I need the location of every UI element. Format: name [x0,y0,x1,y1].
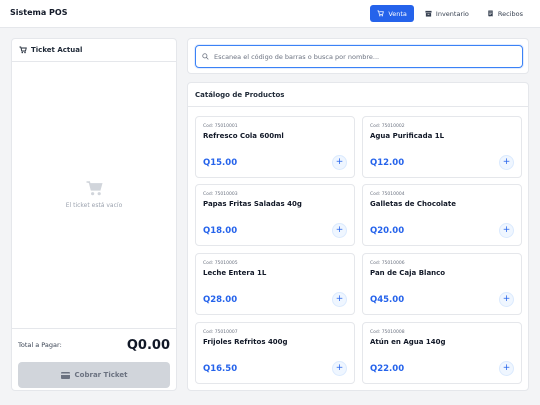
product-code: Cod: 75010007 [203,330,238,335]
product-name: Pan de Caja Blanco [370,269,446,277]
checkout-label: Cobrar Ticket [74,371,128,379]
product-card[interactable]: Cod: 75010001 Refresco Cola 600ml Q15.00… [195,116,355,178]
product-name: Galletas de Chocolate [370,200,456,208]
product-code: Cod: 75010003 [203,192,238,197]
app-title: Sistema POS [10,8,68,17]
empty-ticket-message: El ticket está vacío [65,202,123,209]
add-product-button[interactable]: + [332,361,347,376]
product-price: Q22.00 [370,364,405,374]
ticket-header: Ticket Actual [12,39,176,62]
nav-venta-label: Venta [388,9,407,18]
product-card[interactable]: Cod: 75010008 Atún en Agua 140g Q22.00 + [362,322,522,384]
product-price: Q28.00 [203,295,238,305]
search-box [195,45,523,68]
box-icon [425,10,432,17]
ticket-title: Ticket Actual [31,46,83,54]
product-price: Q45.00 [370,295,405,305]
ticket-items-area: El ticket está vacío [12,62,176,328]
payment-card-icon [60,371,70,379]
cart-icon [377,10,385,17]
product-code: Cod: 75010002 [370,124,405,129]
product-name: Frijoles Refritos 400g [203,338,288,346]
search-input[interactable] [214,52,516,61]
product-price: Q18.00 [203,226,238,236]
product-price: Q15.00 [203,158,238,168]
product-name: Papas Fritas Saladas 40g [203,200,302,208]
nav-recibos-label: Recibos [497,9,523,18]
product-card[interactable]: Cod: 75010007 Frijoles Refritos 400g Q16… [195,322,355,384]
product-name: Leche Entera 1L [203,269,267,277]
product-name: Agua Purificada 1L [370,132,445,140]
add-product-button[interactable]: + [332,292,347,307]
cart-icon [19,46,27,54]
nav-inventario-button[interactable]: Inventario [418,5,476,22]
product-code: Cod: 75010001 [203,124,238,129]
product-code: Cod: 75010008 [370,330,405,335]
product-name: Refresco Cola 600ml [203,132,284,140]
add-product-button[interactable]: + [499,155,514,170]
product-card[interactable]: Cod: 75010002 Agua Purificada 1L Q12.00 … [362,116,522,178]
product-catalog: Catálogo de Productos Cod: 75010001 Refr… [187,82,529,391]
catalog-title: Catálogo de Productos [188,83,528,107]
add-product-button[interactable]: + [499,223,514,238]
add-product-button[interactable]: + [332,155,347,170]
product-card[interactable]: Cod: 75010005 Leche Entera 1L Q28.00 + [195,253,355,315]
receipt-icon [488,10,493,17]
product-price: Q16.50 [203,364,238,374]
checkout-button[interactable]: Cobrar Ticket [18,362,170,388]
empty-cart-icon [86,181,103,196]
product-card[interactable]: Cod: 75010006 Pan de Caja Blanco Q45.00 … [362,253,522,315]
search-icon [202,53,209,60]
total-label: Total a Pagar: [18,341,62,349]
product-card[interactable]: Cod: 75010003 Papas Fritas Saladas 40g Q… [195,184,355,246]
add-product-button[interactable]: + [499,361,514,376]
product-price: Q12.00 [370,158,405,168]
ticket-panel: Ticket Actual El ticket está vacío Total… [11,38,177,391]
nav-venta-button[interactable]: Venta [370,5,414,22]
product-price: Q20.00 [370,226,405,236]
nav-inventario-label: Inventario [435,9,469,18]
product-code: Cod: 75010006 [370,261,405,266]
total-value: Q0.00 [126,337,170,353]
search-card [187,38,529,74]
nav-recibos-button[interactable]: Recibos [480,5,530,22]
product-code: Cod: 75010004 [370,192,405,197]
top-bar: Sistema POS Venta Inventario Recibos [0,0,540,28]
main-nav: Venta Inventario Recibos [370,5,530,22]
add-product-button[interactable]: + [332,223,347,238]
ticket-footer: Total a Pagar: Q0.00 Cobrar Ticket [12,328,176,391]
product-card[interactable]: Cod: 75010004 Galletas de Chocolate Q20.… [362,184,522,246]
total-row: Total a Pagar: Q0.00 [18,337,170,353]
add-product-button[interactable]: + [499,292,514,307]
product-name: Atún en Agua 140g [370,338,446,346]
product-code: Cod: 75010005 [203,261,238,266]
